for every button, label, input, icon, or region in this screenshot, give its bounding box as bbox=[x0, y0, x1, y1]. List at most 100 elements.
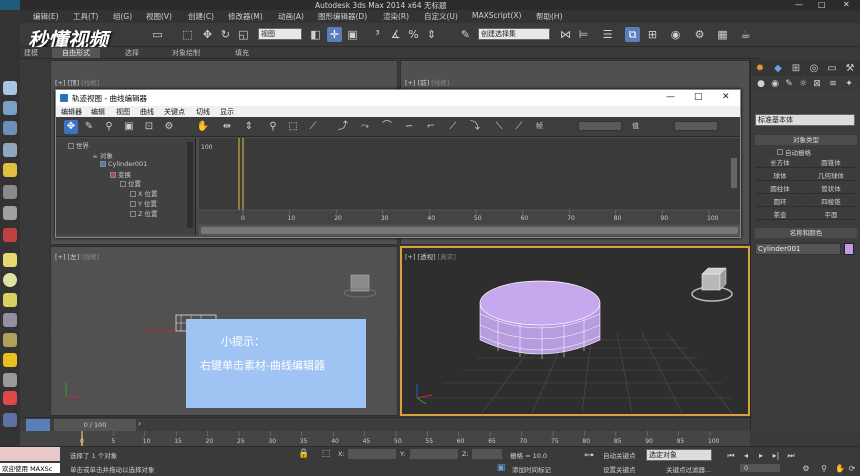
cameras-icon[interactable]: ☼ bbox=[797, 77, 809, 89]
plane-button[interactable]: 平面 bbox=[806, 210, 856, 220]
zoom-region-icon[interactable]: ⬚ bbox=[286, 120, 300, 134]
utility-icon[interactable] bbox=[3, 391, 17, 405]
close-button[interactable]: ✕ bbox=[843, 0, 850, 9]
cone-button[interactable]: 圆锥体 bbox=[806, 158, 856, 168]
x-coord-field[interactable] bbox=[348, 449, 396, 459]
time-tag-icon[interactable]: ▣ bbox=[495, 461, 507, 473]
display-tab-icon[interactable]: ▭ bbox=[825, 61, 839, 75]
ce-maximize-button[interactable]: □ bbox=[694, 92, 703, 102]
move-keys-icon[interactable]: ✥ bbox=[64, 120, 78, 134]
add-time-tag[interactable]: 添加时间标记 bbox=[512, 464, 551, 474]
teapot-icon[interactable] bbox=[3, 293, 17, 307]
curve-editor-hscrollbar[interactable] bbox=[199, 225, 740, 236]
auto-key-button[interactable]: 自动关键点 bbox=[603, 450, 636, 460]
light-icon[interactable] bbox=[3, 163, 17, 177]
tangent-smooth-icon[interactable]: ⤵ bbox=[468, 120, 482, 134]
time-slider[interactable]: 0 / 100 bbox=[54, 419, 136, 431]
lock-icon[interactable]: ⚙ bbox=[162, 120, 176, 134]
set-key-icon[interactable]: ⊶ bbox=[582, 448, 596, 461]
insert-key-icon[interactable]: ⚲ bbox=[102, 120, 116, 134]
tree-node-objects[interactable]: ☕ 对象 bbox=[92, 150, 113, 160]
edit-named-sel-icon[interactable]: ✎ bbox=[458, 27, 473, 42]
material-editor-icon[interactable]: ◉ bbox=[668, 27, 683, 42]
chain-icon[interactable] bbox=[3, 413, 17, 427]
z-coord-field[interactable] bbox=[472, 449, 502, 459]
ribbon-tab-selection[interactable]: 选择 bbox=[125, 48, 139, 58]
create-tab-icon[interactable]: ✹ bbox=[753, 61, 767, 75]
category-dropdown[interactable]: 标准基本体 bbox=[755, 114, 855, 126]
tangent-step-icon[interactable]: ⌐ bbox=[424, 120, 438, 134]
next-frame-icon[interactable]: ▸| bbox=[770, 448, 782, 460]
curve-editor-titlebar[interactable]: 轨迹视图 - 曲线编辑器 — □ ✕ bbox=[56, 90, 740, 106]
track-bar[interactable]: 0 5 10 15 20 25 30 35 40 45 50 55 60 65 70 75 80 85 90 95 10… bbox=[20, 431, 750, 446]
tree-node-world[interactable]: 世界 bbox=[68, 140, 89, 150]
go-to-end-icon[interactable]: ⏭ bbox=[785, 448, 797, 460]
name-color-rollout[interactable]: 名称和颜色 bbox=[755, 228, 857, 238]
menu-graph-editors[interactable]: 图形编辑器(D) bbox=[318, 11, 367, 22]
ribbon-tab-object-paint[interactable]: 对象绘制 bbox=[172, 48, 200, 58]
ce-menu-keys[interactable]: 关键点 bbox=[164, 107, 185, 117]
viewport-top-label[interactable]: [+] [顶] bbox=[55, 79, 79, 87]
layers-icon[interactable] bbox=[3, 121, 17, 135]
select-manipulate-icon[interactable]: ✛ bbox=[327, 27, 342, 42]
cylinder-button[interactable]: 圆柱体 bbox=[755, 184, 805, 194]
spray-icon[interactable] bbox=[3, 185, 17, 199]
viewport-top-mode[interactable]: [线框] bbox=[81, 79, 99, 87]
curve-editor-icon[interactable]: ⧉ bbox=[625, 27, 640, 42]
spinner-snap-icon[interactable]: ⇕ bbox=[424, 27, 439, 42]
menu-edit[interactable]: 编辑(E) bbox=[33, 11, 59, 22]
ref-coord-dropdown[interactable]: 视图 bbox=[258, 28, 302, 40]
grid-object-icon[interactable] bbox=[3, 101, 17, 115]
helpers-icon[interactable]: ⊠ bbox=[811, 77, 823, 89]
systems-icon[interactable]: ✦ bbox=[843, 77, 855, 89]
tree-node-position[interactable]: 位置 bbox=[120, 178, 141, 188]
camera-icon[interactable] bbox=[3, 206, 17, 220]
move-icon[interactable]: ✥ bbox=[200, 27, 215, 42]
menu-help[interactable]: 帮助(H) bbox=[536, 11, 563, 22]
eye-icon[interactable] bbox=[3, 313, 17, 327]
tree-node-z-position[interactable]: Z 位置 bbox=[130, 208, 158, 218]
region-tool-icon[interactable]: ▣ bbox=[122, 120, 136, 134]
schematic-view-icon[interactable]: ⊞ bbox=[645, 27, 660, 42]
scroll-thumb[interactable] bbox=[201, 227, 738, 234]
lights-icon[interactable]: ✎ bbox=[783, 77, 795, 89]
geosphere-button[interactable]: 几何球体 bbox=[806, 171, 856, 181]
go-to-start-icon[interactable]: ⏮ bbox=[725, 448, 737, 460]
percent-snap-icon[interactable]: % bbox=[406, 27, 421, 42]
viewport-front-mode[interactable]: [线框] bbox=[431, 79, 449, 87]
render-setup-icon[interactable]: ⚙ bbox=[692, 27, 707, 42]
utilities-tab-icon[interactable]: ⚒ bbox=[843, 61, 857, 75]
tangent-linear-icon[interactable]: ⟋ bbox=[446, 120, 460, 134]
value-field[interactable] bbox=[674, 121, 718, 131]
pyramid-button[interactable]: 四棱锥 bbox=[806, 197, 856, 207]
maximize-button[interactable]: □ bbox=[818, 0, 826, 9]
named-selection-dropdown[interactable]: 创建选择集 bbox=[478, 28, 550, 40]
ce-close-button[interactable]: ✕ bbox=[722, 92, 730, 102]
autogrid-checkbox[interactable]: 自动栅格 bbox=[777, 147, 811, 157]
pan-view-icon[interactable]: ✋ bbox=[834, 461, 846, 473]
select-object-icon[interactable]: ⬚ bbox=[180, 27, 195, 42]
sphere-icon[interactable] bbox=[3, 273, 17, 287]
shapes-icon[interactable]: ◉ bbox=[769, 77, 781, 89]
viewport-front-label[interactable]: [+] [前] bbox=[405, 79, 429, 87]
play-icon[interactable]: ▸ bbox=[755, 448, 767, 460]
sphere-button[interactable]: 球体 bbox=[755, 171, 805, 181]
y-coord-field[interactable] bbox=[410, 449, 458, 459]
key-filters-button[interactable]: 关键点过滤器... bbox=[666, 464, 711, 474]
sun-icon[interactable] bbox=[3, 353, 17, 367]
tangent-fast-icon[interactable]: ⌒ bbox=[380, 120, 394, 134]
viewport-perspective[interactable]: [+] [透视] [真实] bbox=[400, 246, 750, 416]
menu-animation[interactable]: 动画(A) bbox=[278, 11, 304, 22]
tangent-auto-icon[interactable]: ⤴ bbox=[336, 120, 350, 134]
menu-rendering[interactable]: 渲染(R) bbox=[383, 11, 409, 22]
zoom-extents-icon[interactable]: ⚲ bbox=[818, 461, 830, 473]
zoom-horizontal-icon[interactable]: ⇹ bbox=[220, 120, 234, 134]
ribbon-tab-freeform[interactable]: 自由形式 bbox=[52, 48, 100, 58]
ribbon-tab-populate[interactable]: 填充 bbox=[235, 48, 249, 58]
object-type-rollout[interactable]: 对象类型 bbox=[755, 135, 857, 145]
ce-minimize-button[interactable]: — bbox=[666, 92, 675, 102]
tangent-slow-icon[interactable]: ∽ bbox=[402, 120, 416, 134]
align-icon[interactable]: ⊨ bbox=[576, 27, 591, 42]
zoom-vertical-icon[interactable]: ⇕ bbox=[242, 120, 256, 134]
tree-node-cylinder[interactable]: Cylinder001 bbox=[100, 160, 147, 168]
